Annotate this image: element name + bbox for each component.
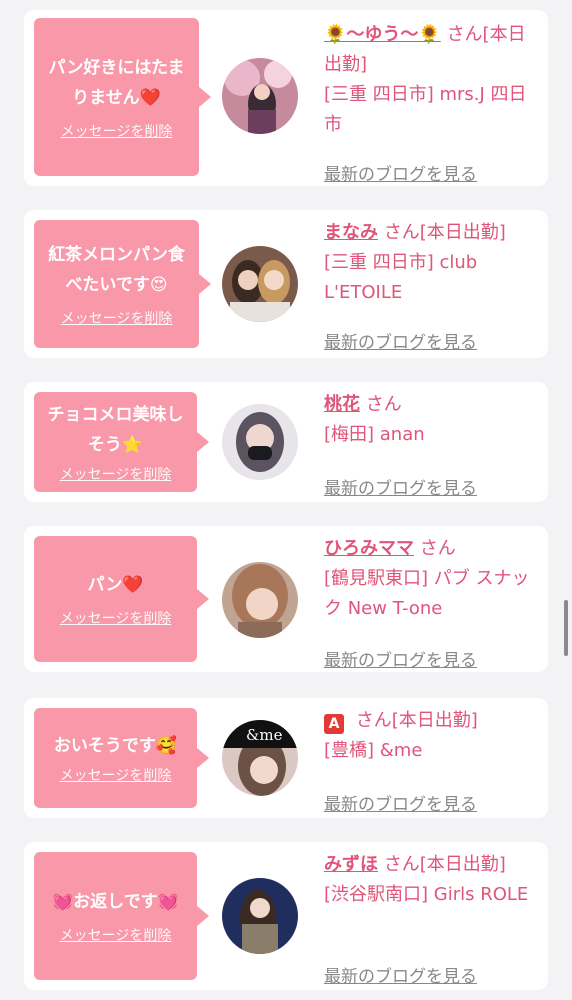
shop-name: [梅田] anan bbox=[324, 424, 425, 445]
message-bubble: チョコメロ美味しそう⭐ メッセージを削除 bbox=[34, 392, 209, 492]
cast-info: 桃花 さん [梅田] anan 最新のブログを見る bbox=[324, 390, 540, 499]
shop-name: [渋谷駅南口] Girls ROLE bbox=[324, 884, 529, 905]
cast-name-link[interactable]: A bbox=[324, 714, 344, 734]
shop-name: [三重 四日市] mrs.J 四日市 bbox=[324, 84, 527, 135]
avatar[interactable] bbox=[222, 58, 298, 134]
cast-status: さん[本日出勤] bbox=[355, 710, 478, 731]
latest-blog-link[interactable]: 最新のブログを見る bbox=[324, 962, 477, 987]
cast-status: さん[本日出勤] bbox=[383, 222, 506, 243]
latest-blog-link[interactable]: 最新のブログを見る bbox=[324, 474, 477, 499]
cast-info: まなみ さん[本日出勤] [三重 四日市] club L'ETOILE 最新のブ… bbox=[324, 218, 540, 353]
cast-info: ひろみママ さん [鶴見駅東口] パブ スナック New T-one 最新のブロ… bbox=[324, 534, 540, 671]
cast-status: さん bbox=[419, 538, 456, 559]
avatar[interactable] bbox=[222, 878, 298, 954]
avatar[interactable] bbox=[222, 246, 298, 322]
cast-name-link[interactable]: 桃花 bbox=[324, 394, 360, 415]
message-text: パン❤️ bbox=[87, 575, 144, 595]
shop-name: [豊橋] &me bbox=[324, 740, 423, 761]
shop-name: [三重 四日市] club L'ETOILE bbox=[324, 252, 478, 303]
cast-info: A さん[本日出勤] [豊橋] &me 最新のブログを見る bbox=[324, 706, 540, 815]
latest-blog-link[interactable]: 最新のブログを見る bbox=[324, 790, 477, 815]
message-bubble: パン好きにはたまりません❤️ メッセージを削除 bbox=[34, 18, 211, 176]
message-text: おいそうです🥰 bbox=[53, 736, 178, 756]
avatar[interactable]: &me bbox=[222, 720, 298, 796]
message-card: 紅茶メロンパン食べたいです😍 メッセージを削除 まなみ さん[本日出勤] [三重… bbox=[24, 210, 548, 358]
latest-blog-link[interactable]: 最新のブログを見る bbox=[324, 160, 477, 185]
cast-name-link[interactable]: 🌻〜ゆう〜🌻 bbox=[324, 24, 441, 45]
message-card: チョコメロ美味しそう⭐ メッセージを削除 桃花 さん [梅田] anan 最新の… bbox=[24, 382, 548, 502]
message-card: パン好きにはたまりません❤️ メッセージを削除 🌻〜ゆう〜🌻 さん[本日出勤] … bbox=[24, 10, 548, 186]
cast-name-link[interactable]: みずほ bbox=[324, 854, 378, 875]
delete-message-link[interactable]: メッセージを削除 bbox=[60, 765, 172, 785]
delete-message-link[interactable]: メッセージを削除 bbox=[60, 608, 172, 628]
message-text: チョコメロ美味しそう⭐ bbox=[47, 405, 184, 455]
latest-blog-link[interactable]: 最新のブログを見る bbox=[324, 328, 477, 353]
cast-status: さん bbox=[365, 394, 402, 415]
message-card: おいそうです🥰 メッセージを削除 &me A さん[本日出勤] [豊橋] &me… bbox=[24, 698, 548, 818]
latest-blog-link[interactable]: 最新のブログを見る bbox=[324, 646, 477, 671]
delete-message-link[interactable]: メッセージを削除 bbox=[60, 925, 172, 945]
message-card: パン❤️ メッセージを削除 ひろみママ さん [鶴見駅東口] パブ スナック N… bbox=[24, 526, 548, 672]
delete-message-link[interactable]: メッセージを削除 bbox=[61, 308, 173, 328]
delete-message-link[interactable]: メッセージを削除 bbox=[61, 121, 173, 141]
message-bubble: おいそうです🥰 メッセージを削除 bbox=[34, 708, 209, 808]
avatar[interactable] bbox=[222, 562, 298, 638]
message-bubble: 💓お返しです💓 メッセージを削除 bbox=[34, 852, 209, 980]
message-text: 紅茶メロンパン食べたいです😍 bbox=[48, 245, 185, 295]
message-bubble: 紅茶メロンパン食べたいです😍 メッセージを削除 bbox=[34, 220, 211, 348]
cast-name-link[interactable]: ひろみママ bbox=[324, 538, 414, 559]
shop-name: [鶴見駅東口] パブ スナック New T-one bbox=[324, 568, 530, 619]
message-card: 💓お返しです💓 メッセージを削除 みずほ さん[本日出勤] [渋谷駅南口] Gi… bbox=[24, 842, 548, 990]
message-bubble: パン❤️ メッセージを削除 bbox=[34, 536, 209, 662]
avatar-overlay-text: &me bbox=[246, 726, 283, 744]
cast-status: さん[本日出勤] bbox=[383, 854, 506, 875]
cast-name-link[interactable]: まなみ bbox=[324, 222, 378, 243]
scrollbar[interactable] bbox=[564, 600, 568, 656]
avatar[interactable] bbox=[222, 404, 298, 480]
delete-message-link[interactable]: メッセージを削除 bbox=[60, 464, 172, 484]
message-text: パン好きにはたまりません❤️ bbox=[48, 58, 185, 108]
cast-info: 🌻〜ゆう〜🌻 さん[本日出勤] [三重 四日市] mrs.J 四日市 最新のブロ… bbox=[324, 20, 540, 185]
cast-info: みずほ さん[本日出勤] [渋谷駅南口] Girls ROLE 最新のブログを見… bbox=[324, 850, 540, 987]
message-text: 💓お返しです💓 bbox=[52, 892, 179, 912]
